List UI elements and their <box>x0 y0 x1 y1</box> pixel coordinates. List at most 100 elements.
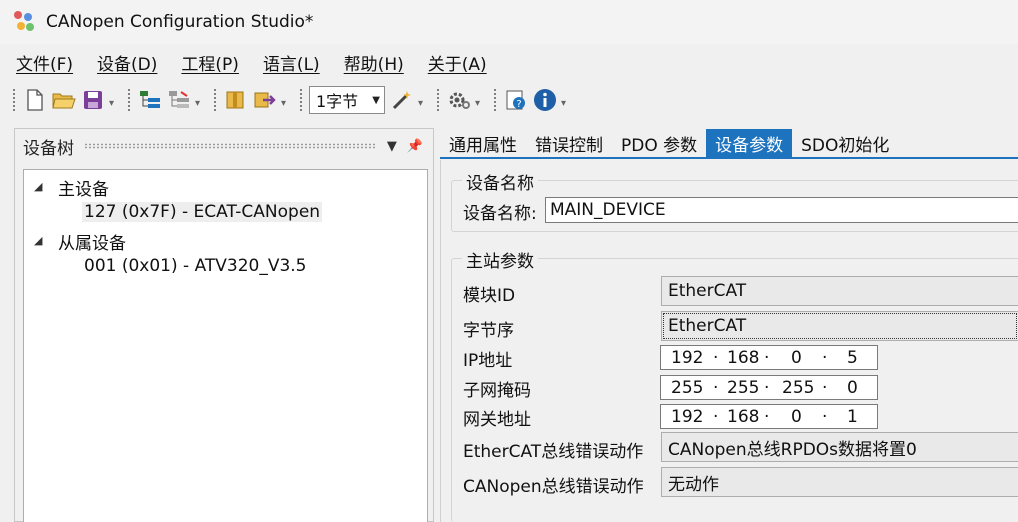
settings-dropdown-icon[interactable]: ▾ <box>475 83 485 117</box>
tree-node-slave[interactable]: 从属设备 <box>58 229 126 254</box>
device-tree-header: 设备树 ▼ 📌 <box>15 129 433 163</box>
tree-dropdown-icon[interactable]: ▾ <box>195 83 205 117</box>
subnet-dot: · <box>713 378 719 398</box>
gateway-input[interactable]: 192 · 168 · 0 · 1 <box>660 404 878 429</box>
save-dropdown-icon[interactable]: ▾ <box>109 83 119 117</box>
tree-node-slave-device[interactable]: 001 (0x01) - ATV320_V3.5 <box>84 256 307 276</box>
ip-octet-4[interactable]: 5 <box>847 348 858 368</box>
info-icon[interactable] <box>532 87 558 113</box>
tree-node-master[interactable]: 主设备 <box>58 175 109 200</box>
pin-icon[interactable]: 📌 <box>407 139 423 154</box>
tree-node-master-device[interactable]: 127 (0x7F) - ECAT-CANopen <box>82 202 323 222</box>
module-id-label: 模块ID <box>463 286 516 306</box>
gateway-dot: · <box>822 407 828 427</box>
device-tree[interactable]: ◢ 主设备 127 (0x7F) - ECAT-CANopen ◢ 从属设备 0… <box>23 169 428 522</box>
gateway-octet-4[interactable]: 1 <box>847 407 858 427</box>
new-file-icon[interactable] <box>22 87 48 113</box>
menu-project[interactable]: 工程(P) <box>181 50 239 75</box>
gateway-octet-1[interactable]: 192 <box>671 407 703 427</box>
toolbar-grip-6[interactable] <box>493 88 497 112</box>
byte-order-label: 字节序 <box>463 321 514 341</box>
device-name-label: 设备名称: <box>463 204 537 224</box>
info-dropdown-icon[interactable]: ▾ <box>561 83 571 117</box>
toolbar: ▾ ▾ ▾ 1字节 ▼ ▾ ▾ ? ▾ <box>0 80 1018 120</box>
ip-dot: · <box>764 348 770 368</box>
tab-pdo[interactable]: PDO 参数 <box>612 129 706 157</box>
menu-device[interactable]: 设备(D) <box>97 50 157 75</box>
ip-dot: · <box>822 348 828 368</box>
ip-octet-3[interactable]: 0 <box>791 348 802 368</box>
subnet-octet-1[interactable]: 255 <box>671 378 703 398</box>
subnet-octet-4[interactable]: 0 <box>847 378 858 398</box>
ip-address-label: IP地址 <box>463 351 513 371</box>
tab-bar: 通用属性 错误控制 PDO 参数 设备参数 SDO初始化 <box>440 129 1018 159</box>
menu-help[interactable]: 帮助(H) <box>344 50 404 75</box>
subnet-octet-2[interactable]: 255 <box>727 378 759 398</box>
gateway-label: 网关地址 <box>463 410 531 430</box>
subnet-octet-3[interactable]: 255 <box>782 378 814 398</box>
canopen-error-select[interactable]: 无动作 <box>661 467 1018 497</box>
subnet-mask-label: 子网掩码 <box>463 381 531 401</box>
byte-order-select[interactable]: EtherCAT <box>661 311 1018 341</box>
tab-device-params[interactable]: 设备参数 <box>706 129 793 157</box>
toolbar-grip-5[interactable] <box>436 88 440 112</box>
subnet-mask-input[interactable]: 255 · 255 · 255 · 0 <box>660 375 878 400</box>
chevron-down-icon: ▼ <box>372 94 380 106</box>
gateway-dot: · <box>713 407 719 427</box>
byte-size-value: 1字节 <box>316 92 359 111</box>
help-icon[interactable]: ? <box>503 87 529 113</box>
save-icon[interactable] <box>80 87 106 113</box>
ip-dot: · <box>713 348 719 368</box>
gateway-octet-2[interactable]: 168 <box>727 407 759 427</box>
byte-size-select[interactable]: 1字节 ▼ <box>309 86 385 114</box>
ethercat-error-select[interactable]: CANopen总线RPDOs数据将置0 <box>661 432 1018 462</box>
export-dropdown-icon[interactable]: ▾ <box>281 83 291 117</box>
device-params-content: 设备名称 设备名称: MAIN_DEVICE 主站参数 模块ID EtherCA… <box>440 160 1018 522</box>
ethercat-error-label: EtherCAT总线错误动作 <box>463 442 644 462</box>
canopen-error-value: 无动作 <box>668 474 719 495</box>
module-id-select[interactable]: EtherCAT <box>661 276 1018 306</box>
toolbar-grip-4[interactable] <box>299 88 303 112</box>
device-name-value: MAIN_DEVICE <box>550 200 666 220</box>
menu-language[interactable]: 语言(L) <box>263 50 320 75</box>
title-bar: CANopen Configuration Studio* <box>0 0 1018 44</box>
canopen-error-label: CANopen总线错误动作 <box>463 477 644 497</box>
settings-icon[interactable] <box>446 87 472 113</box>
export-icon[interactable] <box>252 87 278 113</box>
tab-error-control[interactable]: 错误控制 <box>526 129 612 157</box>
subnet-dot: · <box>822 378 828 398</box>
tab-general[interactable]: 通用属性 <box>440 129 526 157</box>
wand-dropdown-icon[interactable]: ▾ <box>418 83 428 117</box>
ip-octet-2[interactable]: 168 <box>727 348 759 368</box>
toolbar-grip-3[interactable] <box>213 88 217 112</box>
ip-octet-1[interactable]: 192 <box>671 348 703 368</box>
ethercat-error-value: CANopen总线RPDOs数据将置0 <box>668 439 917 460</box>
collapse-master-icon[interactable]: ◢ <box>34 180 42 193</box>
add-tree-icon[interactable] <box>137 87 163 113</box>
panel-drag-handle[interactable] <box>84 143 377 149</box>
byte-order-value: EtherCAT <box>668 316 747 336</box>
ip-address-input[interactable]: 192 · 168 · 0 · 5 <box>660 345 878 370</box>
tab-sdo-init[interactable]: SDO初始化 <box>792 129 898 157</box>
toolbar-grip-2[interactable] <box>127 88 131 112</box>
menu-bar: 文件(F) 设备(D) 工程(P) 语言(L) 帮助(H) 关于(A) <box>0 44 1018 80</box>
gateway-dot: · <box>764 407 770 427</box>
device-name-input[interactable]: MAIN_DEVICE <box>545 197 1018 223</box>
device-tree-title: 设备树 <box>23 138 74 159</box>
device-tree-panel: 设备树 ▼ 📌 ◢ 主设备 127 (0x7F) - ECAT-CANopen … <box>14 128 434 522</box>
import-icon[interactable] <box>223 87 249 113</box>
gateway-octet-3[interactable]: 0 <box>791 407 802 427</box>
master-params-legend: 主站参数 <box>462 247 538 272</box>
panel-menu-icon[interactable]: ▼ <box>387 139 397 154</box>
open-folder-icon[interactable] <box>51 87 77 113</box>
device-name-legend: 设备名称 <box>462 169 538 194</box>
menu-file[interactable]: 文件(F) <box>16 50 73 75</box>
collapse-slave-icon[interactable]: ◢ <box>34 234 42 247</box>
toolbar-grip[interactable] <box>12 88 16 112</box>
wand-icon[interactable] <box>389 87 415 113</box>
window-title: CANopen Configuration Studio* <box>46 12 314 32</box>
app-logo-icon <box>14 11 36 33</box>
subnet-dot: · <box>764 378 770 398</box>
remove-tree-icon[interactable] <box>166 87 192 113</box>
menu-about[interactable]: 关于(A) <box>428 50 487 75</box>
